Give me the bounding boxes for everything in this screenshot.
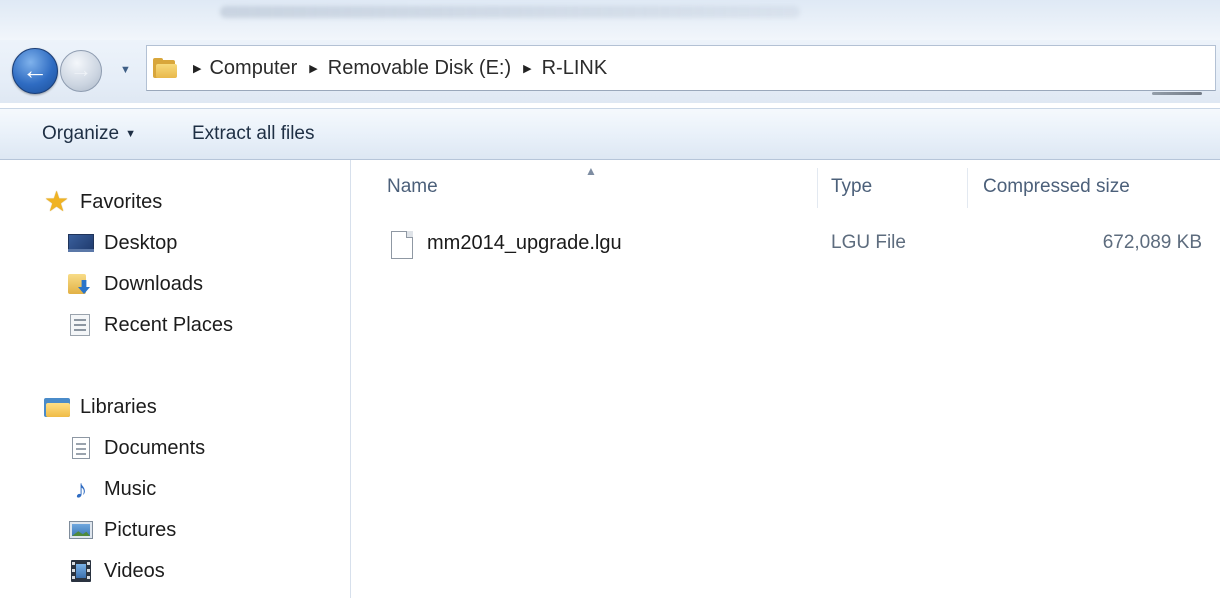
videos-icon [68,559,94,583]
pictures-icon [68,518,94,542]
breadcrumb-r-link[interactable]: R-LINK [542,57,608,80]
organize-label: Organize [42,123,120,144]
nav-libraries[interactable]: Libraries [44,390,157,424]
extract-all-files-button[interactable]: Extract all files [186,123,320,145]
chevron-down-icon: ▼ [125,128,136,140]
nav-documents-label: Documents [104,436,206,459]
recent-places-icon [68,313,94,337]
nav-downloads[interactable]: Downloads [68,267,203,301]
breadcrumb-chevron-icon[interactable]: ▶ [193,62,201,75]
address-bar[interactable]: ▶ Computer ▶ Removable Disk (E:) ▶ R-LIN… [146,45,1216,91]
sort-ascending-icon: ▲ [585,164,597,178]
file-row[interactable]: mm2014_upgrade.lgu LGU File 672,089 KB [351,224,1220,264]
breadcrumb-computer[interactable]: Computer [209,57,297,80]
nav-desktop-label: Desktop [104,231,178,254]
nav-music-label: Music [104,477,157,500]
back-arrow-icon: ← [22,54,48,85]
breadcrumb-chevron-icon[interactable]: ▶ [523,62,531,75]
nav-downloads-label: Downloads [104,272,203,295]
star-icon: ★ [44,186,70,217]
file-list-pane: ▲ Name Type Compressed size mm2014_upgra… [351,160,1220,598]
file-name[interactable]: mm2014_upgrade.lgu [427,232,622,255]
nav-pictures[interactable]: Pictures [68,513,176,547]
column-divider[interactable] [967,168,968,208]
forward-button[interactable]: → [60,50,102,92]
nav-recent-places[interactable]: Recent Places [68,308,233,342]
file-type: LGU File [831,232,906,253]
documents-icon [68,436,94,460]
music-note-icon: ♪ [74,474,88,504]
column-header-compressed-size[interactable]: Compressed size [983,176,1130,198]
file-icon [391,231,413,259]
chevron-down-icon[interactable]: ▼ [120,64,131,76]
blurred-window-title [220,6,800,18]
breadcrumb-removable-disk[interactable]: Removable Disk (E:) [328,57,511,80]
navigation-pane: ★ Favorites Desktop Downloads Recent Pla… [0,160,351,598]
column-divider[interactable] [817,168,818,208]
nav-favorites[interactable]: ★ Favorites [44,185,162,219]
nav-libraries-label: Libraries [80,395,157,418]
nav-videos[interactable]: Videos [68,554,165,588]
desktop-icon [68,231,94,255]
nav-favorites-label: Favorites [80,190,163,213]
window-title-strip [0,0,1220,40]
nav-videos-label: Videos [104,559,165,582]
breadcrumb-chevron-icon[interactable]: ▶ [309,62,317,75]
search-box-edge [1152,92,1202,95]
downloads-folder-icon [68,272,94,296]
nav-desktop[interactable]: Desktop [68,226,177,260]
forward-arrow-icon: → [70,56,92,82]
navigation-bar: ← → ▼ ▶ Computer ▶ Removable Disk (E:) ▶… [0,40,1220,103]
folder-icon [153,58,179,78]
nav-recent-places-label: Recent Places [104,313,233,336]
back-button[interactable]: ← [12,48,58,94]
file-compressed-size: 672,089 KB [1102,232,1202,253]
nav-pictures-label: Pictures [104,518,177,541]
organize-button[interactable]: Organize ▼ [36,123,142,145]
nav-documents[interactable]: Documents [68,431,205,465]
command-bar: Organize ▼ Extract all files [0,108,1220,160]
column-header-name[interactable]: Name [387,176,438,198]
nav-music[interactable]: ♪ Music [68,472,157,506]
column-header-type[interactable]: Type [831,176,872,198]
libraries-icon [44,395,70,419]
